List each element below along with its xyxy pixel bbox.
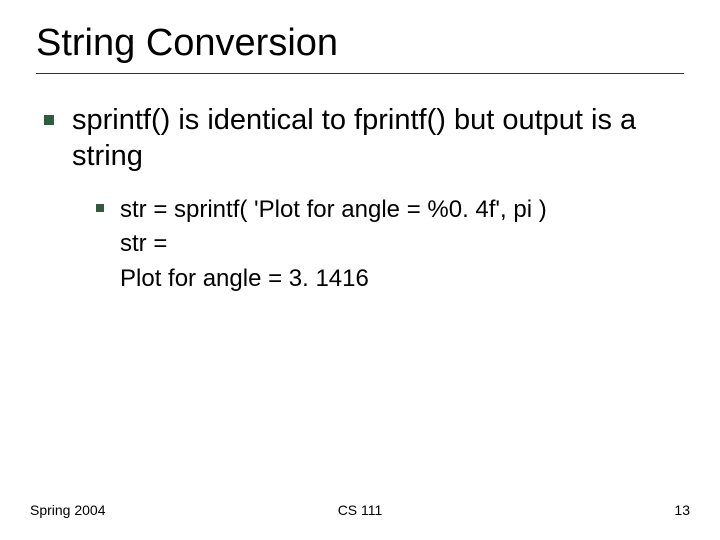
- footer-date: Spring 2004: [30, 502, 106, 518]
- bullet-level2: str = sprintf( 'Plot for angle = %0. 4f'…: [96, 193, 684, 228]
- bullet-level2-block: str = sprintf( 'Plot for angle = %0. 4f'…: [96, 193, 684, 297]
- slide-title: String Conversion: [36, 22, 684, 65]
- output-line: str =: [120, 227, 684, 262]
- slide-number: 13: [674, 502, 690, 518]
- square-bullet-icon: [96, 204, 104, 212]
- output-line: Plot for angle = 3. 1416: [120, 262, 684, 297]
- bullet-level1-text: sprintf() is identical to fprintf() but …: [72, 102, 684, 175]
- footer-course: CS 111: [338, 502, 383, 518]
- title-underline: [36, 73, 684, 74]
- code-line: str = sprintf( 'Plot for angle = %0. 4f'…: [120, 193, 547, 228]
- slide-footer: Spring 2004 CS 111 13: [0, 502, 720, 518]
- square-bullet-icon: [44, 115, 54, 125]
- bullet-level1: sprintf() is identical to fprintf() but …: [44, 102, 684, 175]
- slide: String Conversion sprintf() is identical…: [0, 0, 720, 540]
